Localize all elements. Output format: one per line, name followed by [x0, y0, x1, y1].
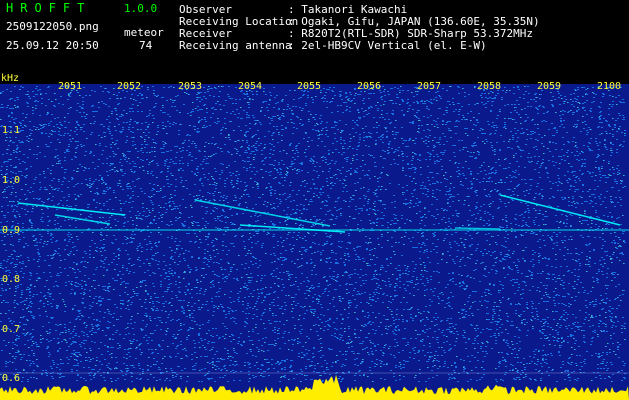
y-tick-label: 0.9 [2, 225, 21, 236]
x-tick-label: 2100 [597, 81, 622, 92]
x-tick-label: 2054 [238, 81, 263, 92]
y-tick-label: 1.0 [2, 175, 21, 186]
y-tick-label: 0.8 [2, 274, 21, 285]
app-title: HROFFT [6, 1, 92, 15]
frequency-unit-label: kHz [1, 73, 20, 84]
antenna-label: Receiving antenna [179, 39, 292, 52]
meteor-label: meteor [124, 26, 164, 39]
spectrogram [0, 84, 629, 400]
x-tick-label: 2053 [178, 81, 203, 92]
observation-datetime: 25.09.12 20:50 [6, 39, 99, 52]
x-tick-label: 2057 [417, 81, 442, 92]
spectrogram-background [0, 84, 629, 400]
y-tick-label: 0.7 [2, 324, 21, 335]
x-tick-label: 2056 [357, 81, 382, 92]
y-tick-label: 0.6 [2, 373, 21, 384]
meteor-count: 74 [139, 39, 153, 52]
app-version: 1.0.0 [124, 2, 158, 15]
y-tick-label: 1.1 [2, 125, 21, 136]
x-tick-label: 2059 [537, 81, 562, 92]
x-tick-label: 2051 [58, 81, 83, 92]
x-tick-label: 2052 [117, 81, 142, 92]
image-filename: 2509122050.png [6, 20, 99, 33]
antenna-value: : 2el-HB9CV Vertical (el. E-W) [288, 39, 487, 52]
meteor-trace [454, 227, 501, 230]
x-tick-label: 2058 [477, 81, 502, 92]
x-tick-label: 2055 [297, 81, 322, 92]
